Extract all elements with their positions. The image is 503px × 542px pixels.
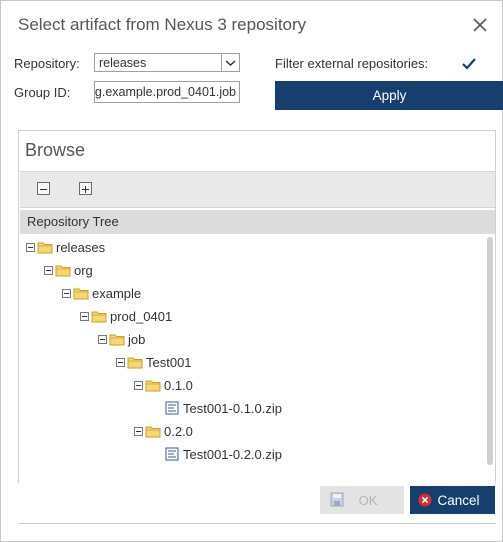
tree-node-label: Test001	[146, 354, 192, 370]
dialog-title: Select artifact from Nexus 3 repository	[18, 15, 307, 34]
tree-node-label: Test001-0.1.0.zip	[183, 400, 283, 416]
folder-icon	[145, 426, 161, 437]
tree-node-label: 0.1.0	[164, 377, 193, 393]
tree-node-label: Test001-0.2.0.zip	[183, 446, 283, 462]
folder-icon	[109, 334, 125, 345]
tree-node-file-0-1-0[interactable]: Test001-0.1.0.zip	[165, 399, 282, 417]
collapse-toggle-icon[interactable]	[26, 242, 35, 252]
tree-node-label: prod_0401	[110, 308, 173, 324]
cancel-icon	[418, 493, 432, 507]
close-icon	[473, 18, 487, 32]
browse-title: Browse	[25, 140, 86, 160]
group-id-value: g.example.prod_0401.job	[94, 85, 236, 99]
collapse-toggle-icon[interactable]	[44, 265, 53, 275]
tree-node-0-2-0[interactable]: 0.2.0	[134, 422, 193, 440]
ok-button-label: OK	[358, 492, 378, 508]
filter-external-label: Filter external repositories:	[275, 56, 429, 71]
folder-icon	[127, 357, 143, 368]
archive-file-icon	[165, 401, 179, 415]
collapse-toggle-icon[interactable]	[98, 334, 107, 344]
folder-icon	[145, 380, 161, 391]
tree-toolbar	[20, 171, 495, 208]
folder-icon	[37, 242, 53, 253]
collapse-all-icon	[40, 189, 47, 190]
cancel-button-label: Cancel	[437, 492, 480, 508]
collapse-toggle-icon[interactable]	[134, 426, 143, 436]
checkmark-icon	[462, 58, 476, 70]
collapse-toggle-icon[interactable]	[62, 288, 71, 298]
cancel-button[interactable]: Cancel	[410, 486, 495, 514]
tree-header: Repository Tree	[20, 210, 495, 234]
close-button[interactable]	[466, 11, 494, 39]
tree-node-0-1-0[interactable]: 0.1.0	[134, 376, 193, 394]
tree-node-label: org	[74, 262, 93, 278]
select-artifact-dialog: Select artifact from Nexus 3 repository …	[0, 0, 503, 542]
apply-button-label: Apply	[372, 88, 407, 103]
collapse-toggle-icon[interactable]	[80, 311, 89, 321]
tree-scrollbar[interactable]	[487, 237, 493, 465]
folder-icon	[73, 288, 89, 299]
tree-node-label: job	[128, 331, 146, 347]
tree-node-releases[interactable]: releases	[26, 238, 105, 256]
collapse-toggle-icon[interactable]	[134, 380, 143, 390]
tree-node-file-0-2-0[interactable]: Test001-0.2.0.zip	[165, 445, 282, 463]
chevron-down-icon[interactable]	[221, 54, 239, 71]
expand-all-button[interactable]	[79, 182, 92, 195]
bottom-divider	[18, 523, 496, 524]
collapse-toggle-icon[interactable]	[116, 357, 125, 367]
tree-node-label: releases	[56, 239, 106, 255]
folder-icon	[91, 311, 107, 322]
repository-label: Repository:	[14, 56, 80, 71]
tree-node-org[interactable]: org	[44, 261, 93, 279]
tree-node-label: 0.2.0	[164, 423, 193, 439]
group-id-label: Group ID:	[14, 85, 71, 100]
repository-select[interactable]: releases	[94, 53, 240, 72]
archive-file-icon	[165, 447, 179, 461]
tree-node-test001[interactable]: Test001	[116, 353, 192, 371]
tree-node-example[interactable]: example	[62, 284, 141, 302]
tree-node-prod-0401[interactable]: prod_0401	[80, 307, 172, 325]
tree-node-job[interactable]: job	[98, 330, 145, 348]
ok-button[interactable]: OK	[320, 486, 404, 514]
collapse-all-button[interactable]	[37, 182, 50, 195]
repository-select-value: releases	[99, 56, 147, 70]
apply-button[interactable]: Apply	[275, 81, 503, 110]
save-icon	[330, 492, 344, 507]
filter-external-checkbox[interactable]	[460, 55, 478, 73]
tree-node-label: example	[92, 285, 142, 301]
group-id-field[interactable]: g.example.prod_0401.job	[94, 81, 240, 103]
expand-all-icon	[82, 186, 89, 193]
folder-icon	[55, 265, 71, 276]
